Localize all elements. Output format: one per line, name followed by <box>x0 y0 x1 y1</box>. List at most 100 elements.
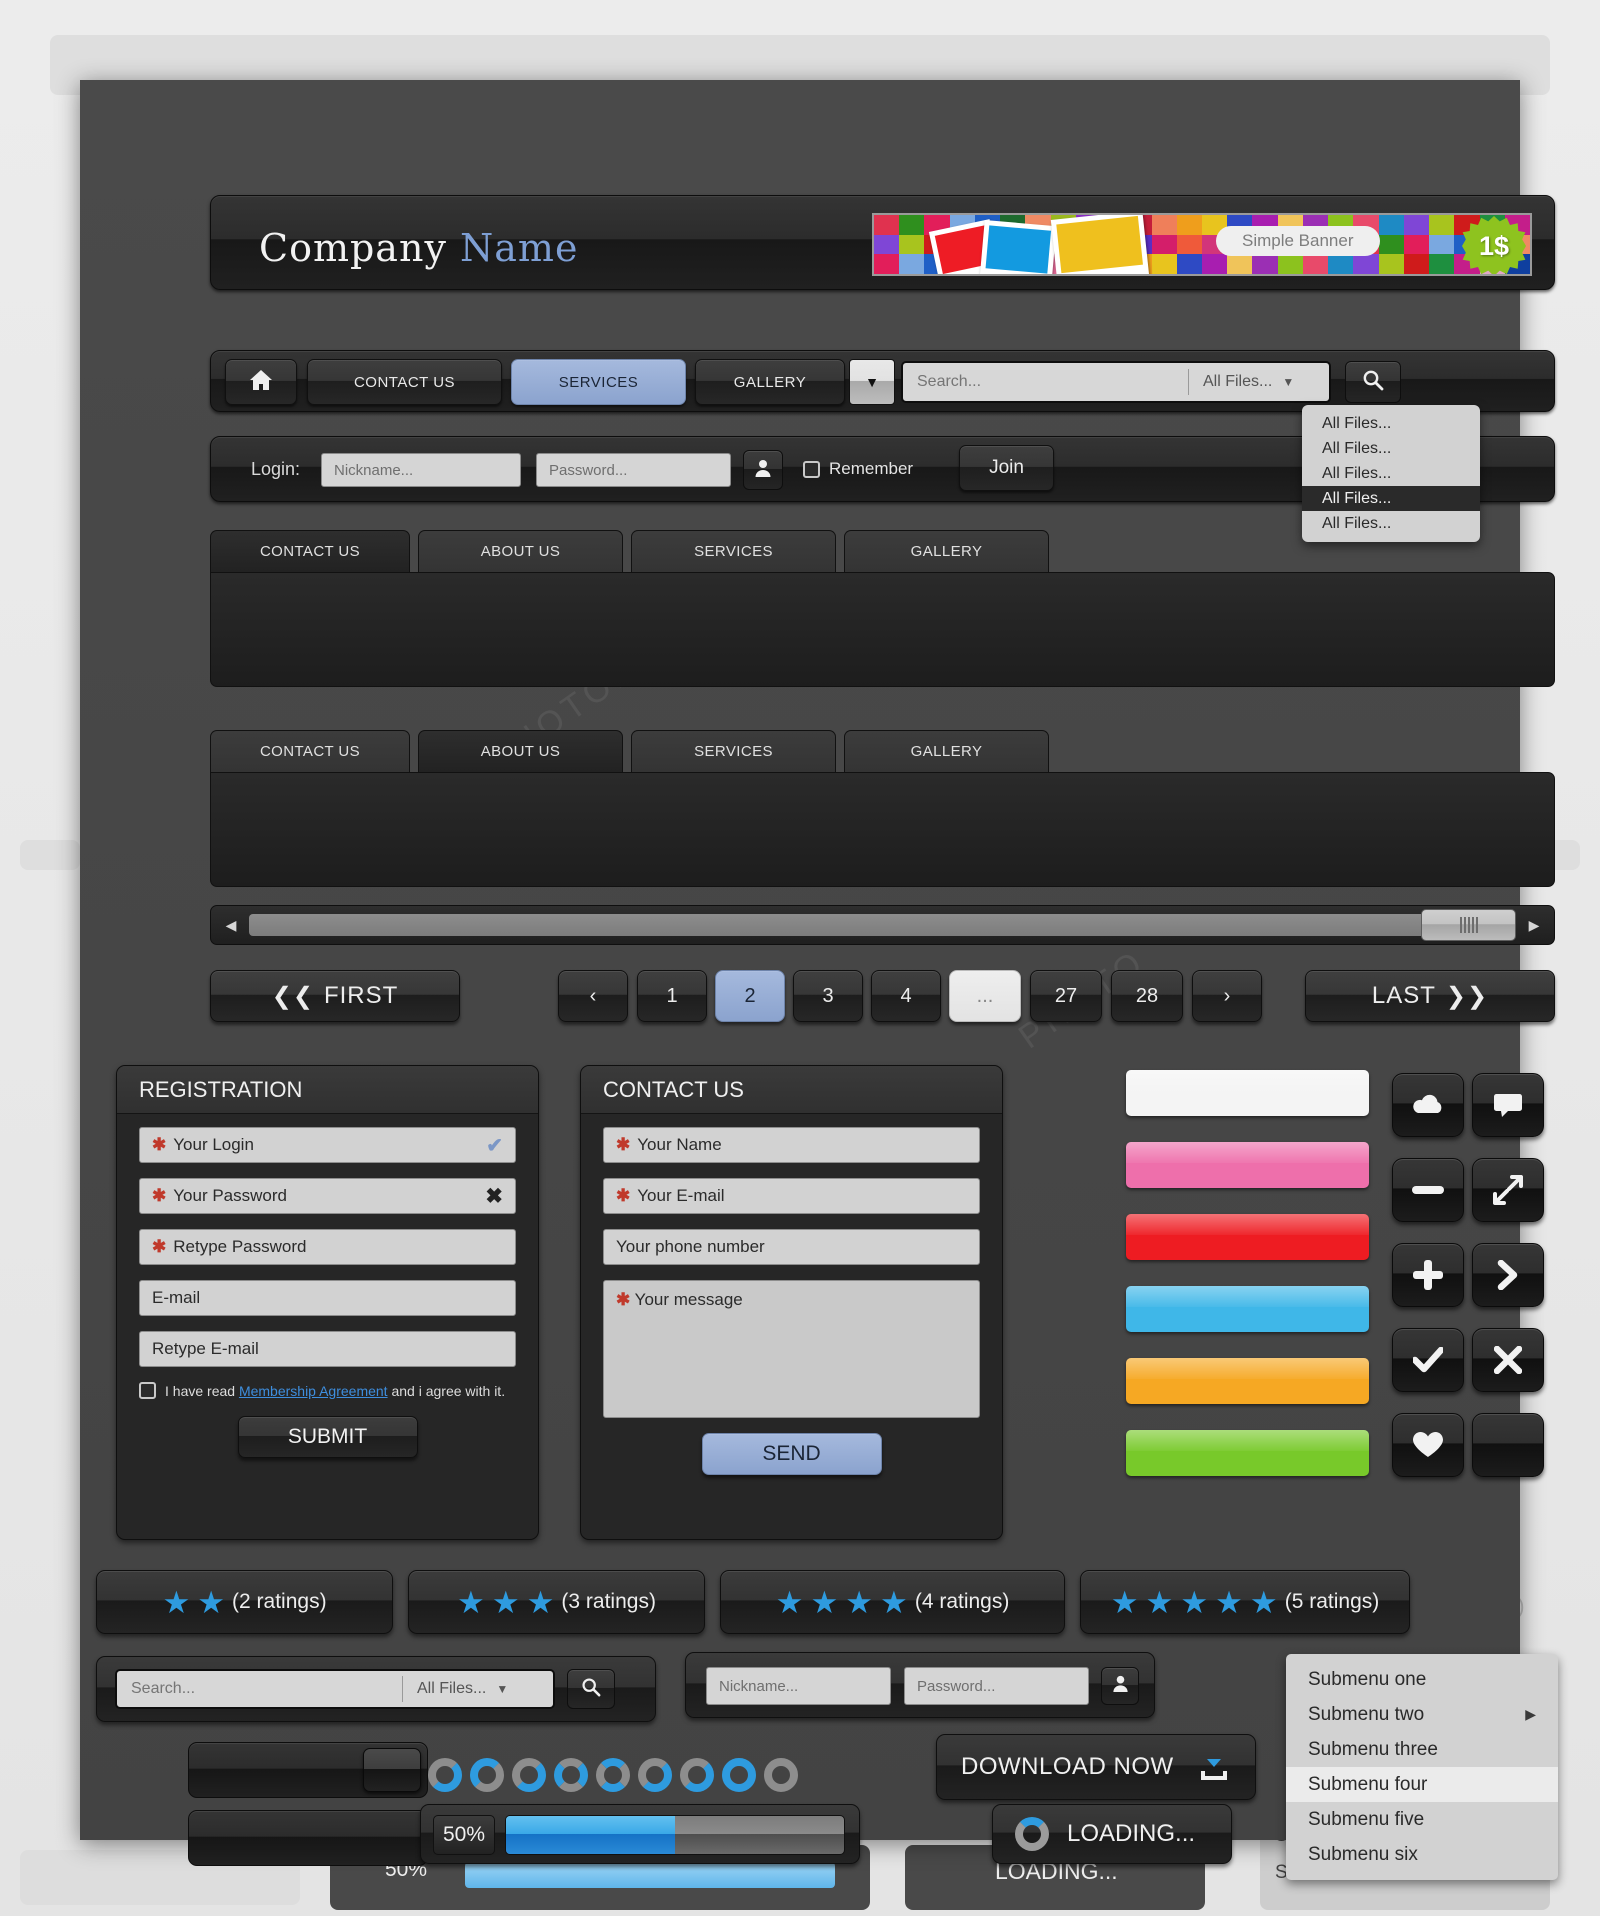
nav-dropdown-toggle[interactable]: ▼ <box>849 359 895 405</box>
pagination-ellipsis[interactable]: ... <box>949 970 1021 1022</box>
download-now-button[interactable]: DOWNLOAD NOW <box>936 1734 1256 1800</box>
color-bar-green[interactable] <box>1126 1430 1369 1476</box>
tab-gallery[interactable]: GALLERY <box>844 530 1049 572</box>
file-filter-dropdown-list[interactable]: All Files... All Files... All Files... All … <box>1302 405 1480 542</box>
scroll-left-arrow-icon[interactable]: ◀ <box>217 911 245 939</box>
registration-password-field[interactable]: ✱ Your Password ✖ <box>139 1178 516 1214</box>
rating-2-stars[interactable]: ★ ★ (2 ratings) <box>96 1570 393 1634</box>
tile-chat[interactable] <box>1472 1073 1544 1137</box>
tile-favorite[interactable] <box>1392 1413 1464 1477</box>
membership-agreement-link[interactable]: Membership Agreement <box>239 1383 388 1399</box>
step-dot[interactable] <box>428 1758 462 1792</box>
tile-blank[interactable] <box>1472 1413 1544 1477</box>
pagination-first-button[interactable]: ❮❮ FIRST <box>210 970 460 1022</box>
tile-expand[interactable] <box>1472 1158 1544 1222</box>
registration-email-field[interactable]: E-mail <box>139 1280 516 1316</box>
submenu-item[interactable]: Submenu four <box>1286 1767 1558 1802</box>
contact-name-field[interactable]: ✱ Your Name <box>603 1127 980 1163</box>
rating-4-stars[interactable]: ★ ★ ★ ★ (4 ratings) <box>720 1570 1065 1634</box>
bottom-user-button[interactable] <box>1101 1667 1139 1705</box>
tab-services[interactable]: SERVICES <box>631 730 836 772</box>
bottom-search-submit-button[interactable] <box>567 1669 615 1709</box>
tab-about-us[interactable]: ABOUT US <box>418 530 623 572</box>
pagination-next-button[interactable]: › <box>1192 970 1262 1022</box>
step-dot[interactable] <box>470 1758 504 1792</box>
submenu-item[interactable]: Submenu three <box>1286 1732 1558 1767</box>
tile-plus[interactable] <box>1392 1243 1464 1307</box>
pagination-last-button[interactable]: LAST ❯❯ <box>1305 970 1555 1022</box>
toggle-switch-off[interactable] <box>188 1810 428 1866</box>
nav-item-contact-us[interactable]: CONTACT US <box>307 359 502 405</box>
step-dot[interactable] <box>764 1758 798 1792</box>
dropdown-option[interactable]: All Files... <box>1302 436 1480 461</box>
file-filter-select[interactable]: All Files... ▼ <box>1189 373 1306 391</box>
submenu-item[interactable]: Submenu two ▶ <box>1286 1697 1558 1732</box>
join-button[interactable]: Join <box>959 445 1054 491</box>
step-dot[interactable] <box>596 1758 630 1792</box>
registration-login-field[interactable]: ✱ Your Login ✔ <box>139 1127 516 1163</box>
submit-button[interactable]: SUBMIT <box>237 1415 418 1458</box>
pagination-page-2[interactable]: 2 <box>715 970 785 1022</box>
step-dot[interactable] <box>512 1758 546 1792</box>
tab-gallery[interactable]: GALLERY <box>844 730 1049 772</box>
step-dot[interactable] <box>554 1758 588 1792</box>
color-bar-blue[interactable] <box>1126 1286 1369 1332</box>
pagination-page-1[interactable]: 1 <box>637 970 707 1022</box>
scrollbar-thumb[interactable] <box>1421 909 1516 941</box>
login-user-button[interactable] <box>743 450 783 490</box>
bottom-search-input[interactable] <box>117 1671 402 1707</box>
step-dot[interactable] <box>638 1758 672 1792</box>
step-dot[interactable] <box>722 1758 756 1792</box>
dropdown-option[interactable]: All Files... <box>1302 411 1480 436</box>
login-nickname-input[interactable]: Nickname... <box>321 453 521 487</box>
submenu-item[interactable]: Submenu one <box>1286 1662 1558 1697</box>
toggle-switch-on[interactable] <box>188 1742 428 1798</box>
tile-close[interactable] <box>1472 1328 1544 1392</box>
registration-retype-email-field[interactable]: Retype E-mail <box>139 1331 516 1367</box>
nav-item-services[interactable]: SERVICES <box>511 359 686 405</box>
bottom-file-filter-select[interactable]: All Files... ▼ <box>403 1680 520 1698</box>
step-dot[interactable] <box>680 1758 714 1792</box>
submenu-item[interactable]: Submenu five <box>1286 1802 1558 1837</box>
bottom-password-input[interactable]: Password... <box>904 1667 1089 1705</box>
login-password-input[interactable]: Password... <box>536 453 731 487</box>
contact-email-field[interactable]: ✱ Your E-mail <box>603 1178 980 1214</box>
scrollbar-track[interactable] <box>249 909 1516 941</box>
color-bar-pink[interactable] <box>1126 1142 1369 1188</box>
send-button[interactable]: SEND <box>701 1433 882 1475</box>
tab-about-us[interactable]: ABOUT US <box>418 730 623 772</box>
submenu-item[interactable]: Submenu six <box>1286 1837 1558 1872</box>
remember-checkbox[interactable] <box>803 461 820 478</box>
contact-phone-field[interactable]: Your phone number <box>603 1229 980 1265</box>
toggle-knob[interactable] <box>363 1748 421 1792</box>
search-submit-button[interactable] <box>1345 361 1401 403</box>
horizontal-scrollbar[interactable]: ◀ ▶ <box>210 905 1555 945</box>
scroll-right-arrow-icon[interactable]: ▶ <box>1520 911 1548 939</box>
tab-contact-us[interactable]: CONTACT US <box>210 530 410 572</box>
color-bar-orange[interactable] <box>1126 1358 1369 1404</box>
banner-ad[interactable]: Simple Banner 1$ <box>872 213 1532 276</box>
pagination-prev-button[interactable]: ‹ <box>558 970 628 1022</box>
dot-stepper[interactable] <box>428 1758 798 1792</box>
rating-5-stars[interactable]: ★ ★ ★ ★ ★ (5 ratings) <box>1080 1570 1410 1634</box>
tab-contact-us[interactable]: CONTACT US <box>210 730 410 772</box>
color-bar-white[interactable] <box>1126 1070 1369 1116</box>
pagination-page-28[interactable]: 28 <box>1111 970 1183 1022</box>
search-input[interactable] <box>903 363 1188 401</box>
pagination-page-4[interactable]: 4 <box>871 970 941 1022</box>
tile-next[interactable] <box>1472 1243 1544 1307</box>
tile-minus[interactable] <box>1392 1158 1464 1222</box>
nav-home-button[interactable] <box>225 359 297 405</box>
tab-services[interactable]: SERVICES <box>631 530 836 572</box>
dropdown-option[interactable]: All Files... <box>1302 461 1480 486</box>
contact-message-field[interactable]: ✱ Your message <box>603 1280 980 1418</box>
bottom-nickname-input[interactable]: Nickname... <box>706 1667 891 1705</box>
dropdown-option[interactable]: All Files... <box>1302 511 1480 536</box>
submenu-list[interactable]: Submenu one Submenu two ▶ Submenu three Subm… <box>1286 1654 1558 1880</box>
pagination-page-27[interactable]: 27 <box>1030 970 1102 1022</box>
agreement-checkbox[interactable] <box>139 1382 156 1399</box>
tile-cloud-upload[interactable] <box>1392 1073 1464 1137</box>
color-bar-red[interactable] <box>1126 1214 1369 1260</box>
rating-3-stars[interactable]: ★ ★ ★ (3 ratings) <box>408 1570 705 1634</box>
nav-item-gallery[interactable]: GALLERY <box>695 359 845 405</box>
